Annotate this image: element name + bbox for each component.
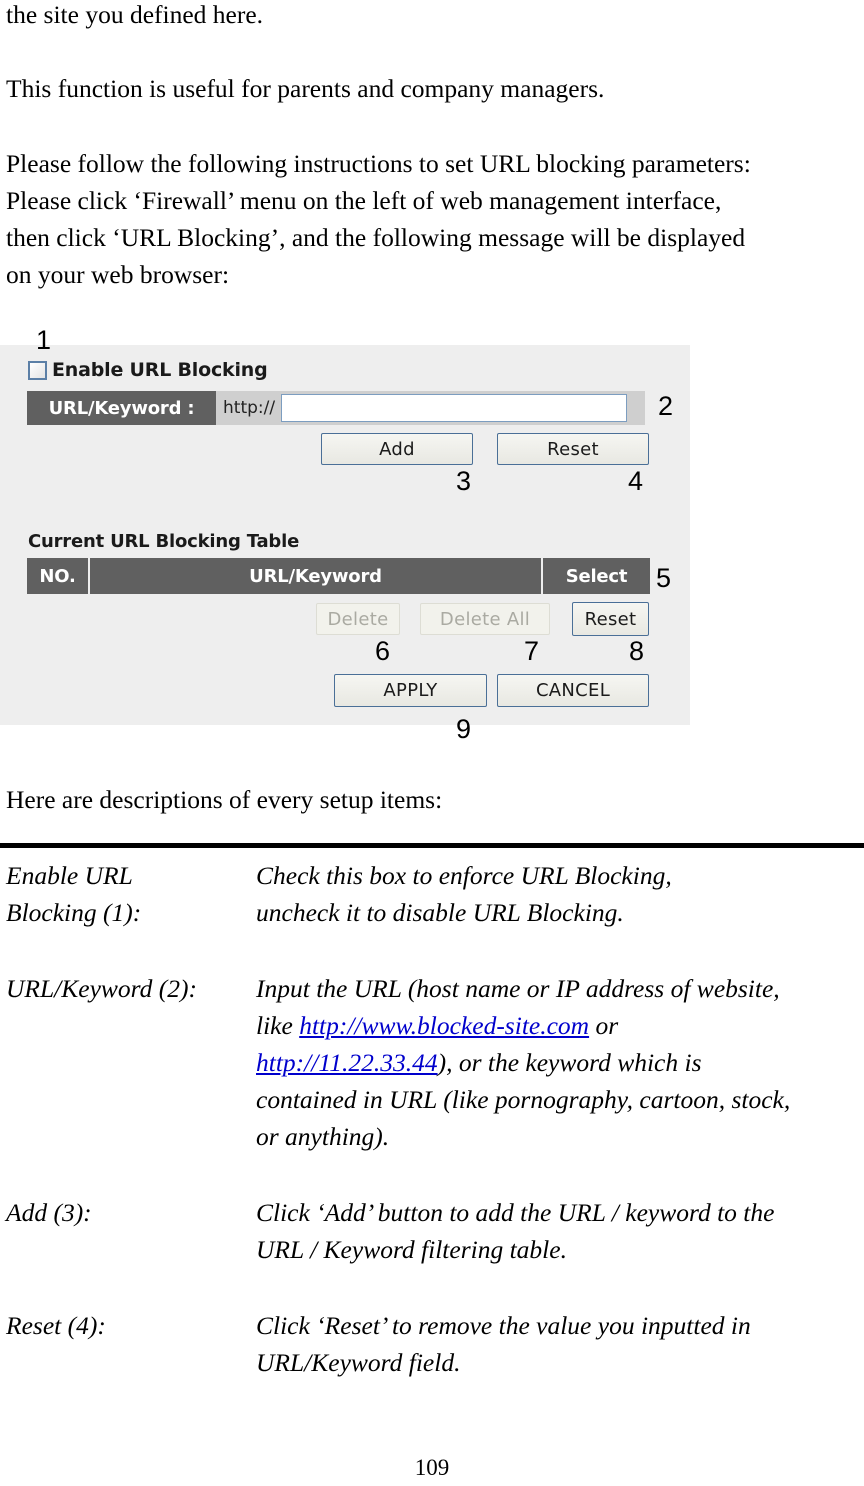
definition-text: or anything). <box>256 1122 390 1151</box>
paragraph-line: on your web browser: <box>6 260 230 289</box>
cancel-button[interactable]: CANCEL <box>497 674 649 707</box>
delete-button: Delete <box>316 603 400 635</box>
callout-5: 5 <box>656 563 672 593</box>
paragraph-line: Please follow the following instructions… <box>6 149 751 178</box>
definition-description-line: or anything). <box>256 1118 389 1155</box>
definition-description-line: URL / Keyword filtering table. <box>256 1231 567 1268</box>
definition-term: Blocking (1): <box>6 898 142 927</box>
definition-text: URL/Keyword field. <box>256 1348 461 1377</box>
definition-description-line: Check this box to enforce URL Blocking, <box>256 857 672 894</box>
enable-url-blocking-checkbox[interactable] <box>28 361 47 380</box>
url-protocol-prefix: http:// <box>223 398 276 418</box>
paragraph-line: This function is useful for parents and … <box>6 74 605 103</box>
callout-8: 8 <box>629 636 645 666</box>
definition-text: ), or the keyword which is <box>437 1048 702 1077</box>
definition-description-line: http://11.22.33.44), or the keyword whic… <box>256 1044 702 1081</box>
blocked-site-link[interactable]: http://www.blocked-site.com <box>299 1011 589 1040</box>
table-header-select: Select <box>565 565 628 587</box>
definition-term: Add (3): <box>6 1198 92 1227</box>
paragraph-line: the site you defined here. <box>6 0 264 29</box>
paragraph-1: the site you defined here. <box>6 0 862 33</box>
url-keyword-input[interactable] <box>281 394 627 422</box>
callout-3: 3 <box>456 466 472 496</box>
definition-description-line: Click ‘Add’ button to add the URL / keyw… <box>256 1194 774 1231</box>
definition-description-line: Click ‘Reset’ to remove the value you in… <box>256 1307 751 1344</box>
blocked-ip-link[interactable]: http://11.22.33.44 <box>256 1048 438 1077</box>
definition-description-line: uncheck it to disable URL Blocking. <box>256 894 624 931</box>
table-header-url-keyword: URL/Keyword <box>90 558 543 594</box>
definition-text: contained in URL (like pornography, cart… <box>256 1085 791 1114</box>
definition-term: URL/Keyword (2): <box>6 974 197 1003</box>
table-header-no: NO. <box>27 558 90 594</box>
reset-url-button[interactable]: Reset <box>497 433 649 465</box>
section-divider-rule <box>0 843 864 848</box>
definition-term: Enable URL <box>6 861 133 890</box>
definition-text: Click ‘Reset’ to remove the value you in… <box>256 1311 751 1340</box>
url-blocking-screenshot-figure: Enable URL Blocking URL/Keyword : http:/… <box>0 345 690 725</box>
paragraph-2: This function is useful for parents and … <box>6 70 862 107</box>
paragraph-3: Please follow the following instructions… <box>6 145 862 293</box>
url-keyword-field-row: URL/Keyword : http:// <box>27 391 645 425</box>
delete-all-button: Delete All <box>420 603 550 635</box>
paragraph-line: then click ‘URL Blocking’, and the follo… <box>6 223 746 252</box>
callout-1: 1 <box>36 325 52 355</box>
definition-text: uncheck it to disable URL Blocking. <box>256 898 624 927</box>
url-blocking-table-header: NO. URL/Keyword Select <box>27 558 650 594</box>
definition-text: Click ‘Add’ button to add the URL / keyw… <box>256 1198 775 1227</box>
definition-text: Check this box to enforce URL Blocking, <box>256 861 672 890</box>
descriptions-heading: Here are descriptions of every setup ite… <box>6 781 862 818</box>
definition-description-line: contained in URL (like pornography, cart… <box>256 1081 790 1118</box>
enable-url-blocking-row[interactable]: Enable URL Blocking <box>28 361 268 380</box>
definition-text: or <box>589 1011 619 1040</box>
definition-description-line: URL/Keyword field. <box>256 1344 460 1381</box>
callout-4: 4 <box>628 466 644 496</box>
reset-table-button[interactable]: Reset <box>572 602 649 636</box>
definition-description-line: Input the URL (host name or IP address o… <box>256 970 780 1007</box>
callout-7: 7 <box>524 636 540 666</box>
page-number: 109 <box>414 1455 450 1480</box>
enable-url-blocking-label: Enable URL Blocking <box>52 359 268 381</box>
callout-6: 6 <box>375 636 391 666</box>
definition-text: Input the URL (host name or IP address o… <box>256 974 780 1003</box>
descriptions-heading-line: Here are descriptions of every setup ite… <box>6 785 443 814</box>
apply-button[interactable]: APPLY <box>334 674 487 707</box>
paragraph-line: Please click ‘Firewall’ menu on the left… <box>6 186 722 215</box>
definition-text: like <box>256 1011 300 1040</box>
callout-2: 2 <box>658 391 674 421</box>
current-url-blocking-table-caption: Current URL Blocking Table <box>28 531 300 552</box>
definition-term: Reset (4): <box>6 1311 106 1340</box>
definition-description-line: like http://www.blocked-site.com or <box>256 1007 618 1044</box>
callout-9: 9 <box>456 714 472 744</box>
definition-text: URL / Keyword filtering table. <box>256 1235 567 1264</box>
url-keyword-label: URL/Keyword : <box>27 391 216 425</box>
add-button[interactable]: Add <box>321 433 473 465</box>
